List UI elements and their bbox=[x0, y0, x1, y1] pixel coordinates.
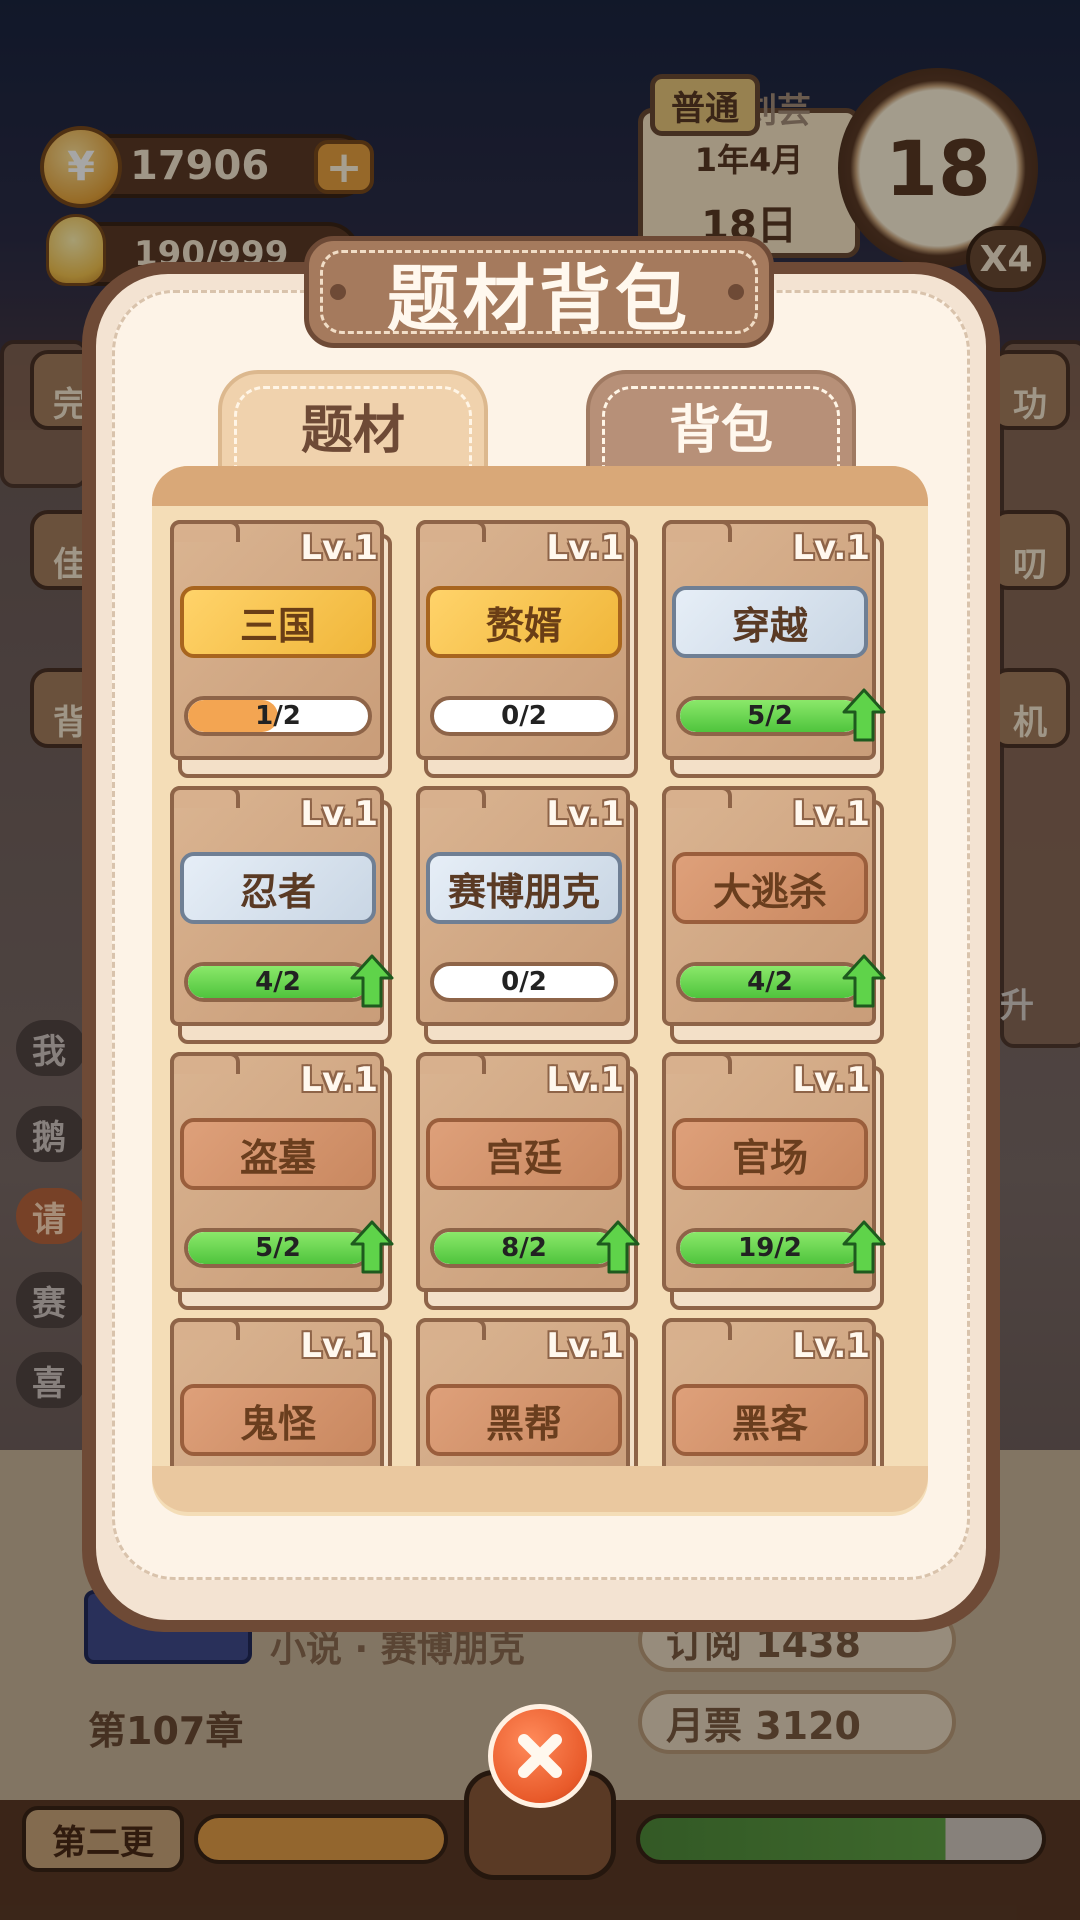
card-level: Lv.1 bbox=[546, 1326, 624, 1366]
card-flap bbox=[170, 1318, 240, 1340]
card-progress-text: 19/2 bbox=[738, 1233, 802, 1263]
card-flap bbox=[170, 520, 240, 542]
card-topic-name: 鬼怪 bbox=[180, 1384, 376, 1456]
card-flap bbox=[416, 1318, 486, 1340]
topic-card[interactable]: Lv.1 大逃杀 4/2 bbox=[662, 786, 886, 1044]
card-progress-text: 0/2 bbox=[501, 701, 547, 731]
green-up-arrow-icon bbox=[842, 1220, 886, 1274]
card-progress-text: 0/2 bbox=[501, 967, 547, 997]
card-flap bbox=[170, 1052, 240, 1074]
card-topic-name: 赛博朋克 bbox=[426, 852, 622, 924]
card-progress-bar: 0/2 bbox=[430, 962, 618, 1002]
card-topic-name: 黑帮 bbox=[426, 1384, 622, 1456]
card-level: Lv.1 bbox=[792, 528, 870, 568]
card-progress-bar: 4/2 bbox=[676, 962, 864, 1002]
card-progress-bar: 4/2 bbox=[184, 962, 372, 1002]
card-level: Lv.1 bbox=[546, 528, 624, 568]
card-level: Lv.1 bbox=[546, 794, 624, 834]
topic-card[interactable]: Lv.1 黑帮 bbox=[416, 1318, 638, 1466]
card-flap bbox=[662, 1052, 732, 1074]
card-topic-name: 官场 bbox=[672, 1118, 868, 1190]
card-topic-name: 大逃杀 bbox=[672, 852, 868, 924]
card-progress-bar: 0/2 bbox=[430, 696, 618, 736]
card-topic-name: 黑客 bbox=[672, 1384, 868, 1456]
topic-card[interactable]: Lv.1 鬼怪 bbox=[170, 1318, 392, 1466]
topic-card[interactable]: Lv.1 宫廷 8/2 bbox=[416, 1052, 640, 1310]
card-level: Lv.1 bbox=[792, 1326, 870, 1366]
card-progress-bar: 8/2 bbox=[430, 1228, 618, 1268]
card-progress-text: 4/2 bbox=[255, 967, 301, 997]
close-x-icon bbox=[518, 1734, 562, 1778]
card-progress-text: 5/2 bbox=[255, 1233, 301, 1263]
topic-card[interactable]: Lv.1 黑客 bbox=[662, 1318, 884, 1466]
green-up-arrow-icon bbox=[842, 954, 886, 1008]
topic-card[interactable]: Lv.1 三国 1/2 bbox=[170, 520, 392, 778]
tab-backpack[interactable]: 背包 bbox=[586, 370, 856, 480]
topic-grid[interactable]: Lv.1 三国 1/2 Lv.1 赘婿 0/2 Lv.1 穿越 5/2 Lv.1 忍者 4/2 Lv.1… bbox=[170, 520, 910, 1466]
card-progress-bar: 5/2 bbox=[184, 1228, 372, 1268]
card-level: Lv.1 bbox=[300, 528, 378, 568]
close-button[interactable] bbox=[488, 1704, 592, 1808]
card-flap bbox=[662, 520, 732, 542]
topic-card[interactable]: Lv.1 盗墓 5/2 bbox=[170, 1052, 394, 1310]
card-progress-text: 1/2 bbox=[255, 701, 301, 731]
card-topic-name: 忍者 bbox=[180, 852, 376, 924]
card-progress-text: 4/2 bbox=[747, 967, 793, 997]
card-topic-name: 赘婿 bbox=[426, 586, 622, 658]
card-level: Lv.1 bbox=[792, 794, 870, 834]
card-progress-text: 5/2 bbox=[747, 701, 793, 731]
topic-card[interactable]: Lv.1 穿越 5/2 bbox=[662, 520, 886, 778]
topic-card[interactable]: Lv.1 赘婿 0/2 bbox=[416, 520, 638, 778]
green-up-arrow-icon bbox=[350, 1220, 394, 1274]
card-progress-bar: 5/2 bbox=[676, 696, 864, 736]
topic-card[interactable]: Lv.1 忍者 4/2 bbox=[170, 786, 394, 1044]
card-progress-bar: 19/2 bbox=[676, 1228, 864, 1268]
card-level: Lv.1 bbox=[300, 1326, 378, 1366]
card-topic-name: 盗墓 bbox=[180, 1118, 376, 1190]
green-up-arrow-icon bbox=[596, 1220, 640, 1274]
card-flap bbox=[662, 786, 732, 808]
card-flap bbox=[416, 786, 486, 808]
tab-topics[interactable]: 题材 bbox=[218, 370, 488, 480]
card-level: Lv.1 bbox=[792, 1060, 870, 1100]
card-level: Lv.1 bbox=[300, 1060, 378, 1100]
card-level: Lv.1 bbox=[300, 794, 378, 834]
topic-card[interactable]: Lv.1 官场 19/2 bbox=[662, 1052, 886, 1310]
green-up-arrow-icon bbox=[350, 954, 394, 1008]
topic-list-header bbox=[152, 466, 928, 506]
card-topic-name: 穿越 bbox=[672, 586, 868, 658]
card-progress-bar: 1/2 bbox=[184, 696, 372, 736]
card-flap bbox=[662, 1318, 732, 1340]
card-topic-name: 三国 bbox=[180, 586, 376, 658]
topic-list-footer bbox=[152, 1466, 928, 1512]
modal-title: 题材背包 bbox=[320, 250, 758, 341]
card-flap bbox=[416, 1052, 486, 1074]
green-up-arrow-icon bbox=[842, 688, 886, 742]
card-topic-name: 宫廷 bbox=[426, 1118, 622, 1190]
card-flap bbox=[416, 520, 486, 542]
card-level: Lv.1 bbox=[546, 1060, 624, 1100]
card-progress-text: 8/2 bbox=[501, 1233, 547, 1263]
topic-card[interactable]: Lv.1 赛博朋克 0/2 bbox=[416, 786, 638, 1044]
card-flap bbox=[170, 786, 240, 808]
